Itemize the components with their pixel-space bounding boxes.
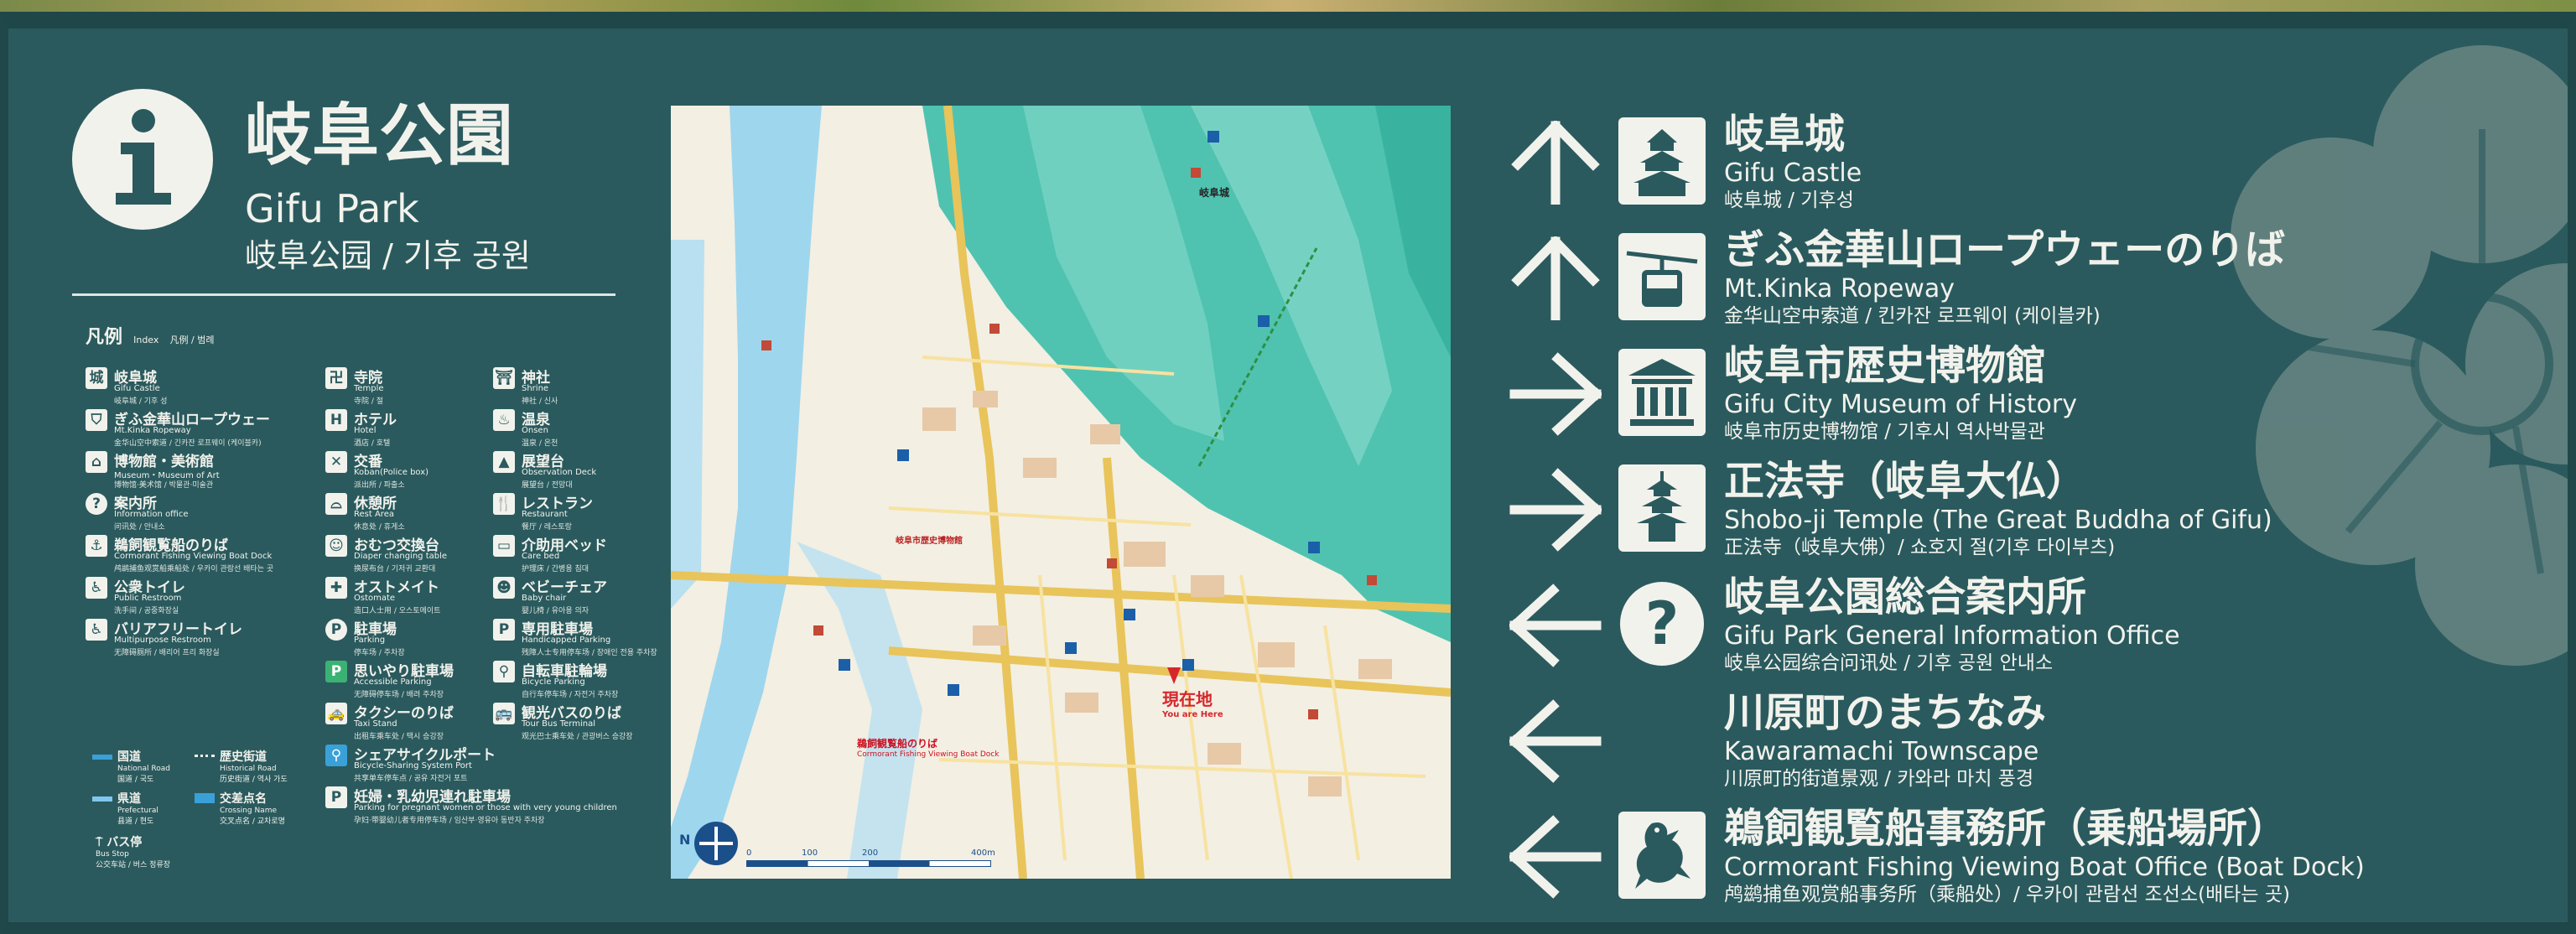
legend-road-prefectural: 県道 Prefectural 县道 / 현도 [117, 792, 158, 826]
shrine-icon: ⛩ [493, 367, 515, 389]
maternity-parking-icon: P [325, 786, 347, 808]
museum-icon [1618, 349, 1706, 436]
compass-icon [694, 822, 738, 865]
castle-icon: 城 [86, 367, 107, 389]
arrow-left-icon [1509, 815, 1602, 899]
map-scale-bar: 0 100 200 400m [746, 848, 995, 867]
parking-icon: P [325, 619, 347, 641]
info-icon [72, 89, 213, 230]
arrow-up-icon [1511, 236, 1600, 320]
map-museum-label: 岐阜市歴史博物館 [896, 537, 963, 546]
hotel-icon: H [325, 409, 347, 431]
bicycle-share-icon: ⚲ [325, 745, 347, 766]
you-are-here-marker: 現在地 You are Here [1162, 689, 1223, 719]
map-boat-dock-label: 鵜飼観覧船のりば Cormorant Fishing Viewing Boat D… [857, 738, 1000, 759]
foliage-background [0, 0, 2576, 12]
wheelchair-icon: ♿ [86, 619, 107, 641]
pagoda-icon [1618, 464, 1706, 552]
map-castle-label: 岐阜城 [1199, 187, 1230, 199]
question-icon: ? [86, 493, 107, 515]
observation-icon: ▲ [493, 451, 515, 473]
direction-cormorant-boat-office: 鵜飼観覧船事務所（乗船場所） Cormorant Fishing Viewing… [1509, 808, 2499, 905]
cormorant-icon: ⚓ [86, 535, 107, 557]
police-icon: ✕ [325, 451, 347, 473]
sign-board: 岐阜公園 Gifu Park 岐阜公园 / 기후 공원 凡例 Index 凡例 … [0, 12, 2576, 934]
ropeway-icon [1618, 233, 1706, 320]
bicycle-icon: ⚲ [493, 661, 515, 682]
legend-road-historical: 歴史街道 Historical Road 历史街道 / 역사 가도 [220, 750, 288, 784]
onsen-icon: ♨ [493, 409, 515, 431]
legend-road-national: 国道 National Road 国道 / 국도 [117, 750, 170, 784]
historical-road-line [195, 755, 215, 757]
cormorant-icon [1618, 812, 1706, 899]
legend-bus-stop: ⍑ バス停 Bus Stop 公交车站 / 버스 정류장 [96, 836, 171, 869]
ropeway-icon: ⛉ [86, 409, 107, 431]
bus-icon: 🚌 [493, 703, 515, 724]
national-road-line [92, 755, 112, 760]
area-map: 岐阜城 岐阜市歴史博物館 鵜飼観覧船のりば Cormorant Fishing V… [671, 106, 1451, 879]
arrow-up-icon [1511, 121, 1600, 205]
direction-kawaramachi: 川原町のまちなみ Kawaramachi Townscape 川原町的街道景观 … [1509, 693, 2499, 789]
arrow-right-icon [1509, 468, 1602, 552]
arrow-right-icon [1509, 352, 1602, 436]
bench-icon: ⌓ [325, 493, 347, 515]
arrow-left-icon [1509, 584, 1602, 667]
taxi-icon: 🚕 [325, 703, 347, 724]
legend-road-crossing: 交差点名 Crossing Name 交叉点名 / 교차로명 [220, 792, 285, 826]
direction-ropeway: ぎふ金華山ロープウェーのりば Mt.Kinka Ropeway 金华山空中索道 … [1509, 230, 2499, 326]
castle-icon [1618, 117, 1706, 205]
north-label: N [679, 832, 691, 848]
restaurant-icon: 🍴 [493, 493, 515, 515]
bus-stop-icon: ⍑ [96, 836, 107, 849]
direction-gifu-castle: 岐阜城 Gifu Castle 岐阜城 / 기후성 [1509, 114, 2499, 210]
header-divider [72, 293, 615, 296]
handicapped-parking-icon: P [493, 619, 515, 641]
question-icon: ? [1618, 580, 1706, 667]
museum-icon: ⌂ [86, 451, 107, 473]
page-title: 岐阜公園 [245, 96, 513, 174]
direction-shoboji-temple: 正法寺（岐阜大仏） Shobo-ji Temple (The Great Bud… [1509, 461, 2499, 558]
bed-icon: ▭ [493, 535, 515, 557]
page-title-multilang: 岐阜公园 / 기후 공원 [245, 237, 531, 274]
restroom-icon: ♿ [86, 577, 107, 599]
accessible-parking-icon: P [325, 661, 347, 682]
direction-information-office: ? 岐阜公園総合案内所 Gifu Park General Informatio… [1509, 577, 2499, 673]
legend-heading: 凡例 Index 凡例 / 범례 [86, 327, 215, 348]
map-graphic [671, 106, 1451, 879]
ostomate-icon: ✚ [325, 577, 347, 599]
baby-chair-icon: ☻ [493, 577, 515, 599]
baby-icon: ☺ [325, 535, 347, 557]
crossing-name-marker [195, 793, 215, 803]
prefectural-road-line [92, 796, 112, 802]
arrow-left-icon [1509, 699, 1602, 783]
direction-history-museum: 岐阜市歴史博物館 Gifu City Museum of History 岐阜市… [1509, 345, 2499, 442]
page-title-en: Gifu Park [245, 186, 419, 231]
temple-icon: 卍 [325, 367, 347, 389]
svg-text:?: ? [1645, 589, 1680, 658]
